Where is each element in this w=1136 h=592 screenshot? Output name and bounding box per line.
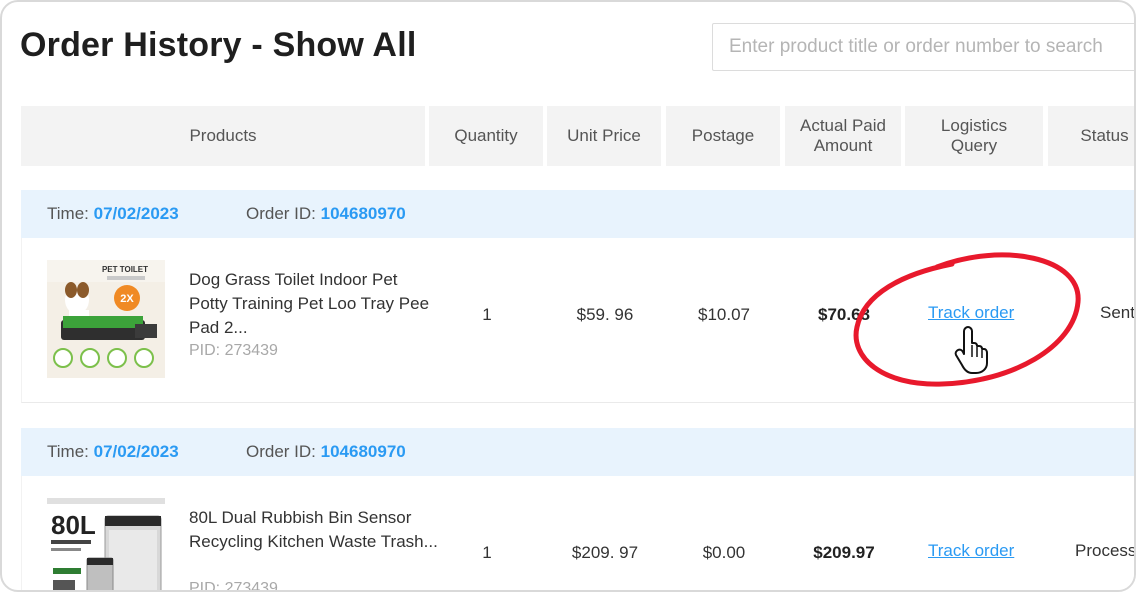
column-quantity-label: Quantity	[454, 126, 518, 145]
order-time-value: 07/02/2023	[93, 204, 179, 223]
track-order-link[interactable]: Track order	[928, 541, 1014, 561]
order-time-label: Time:	[47, 442, 89, 461]
column-quantity: Quantity	[429, 106, 543, 166]
product-image-rubbish-bin[interactable]: 80L	[47, 498, 165, 590]
column-logistics-label-line2: Query	[950, 136, 998, 155]
column-actual-paid: Actual Paid Amount	[785, 106, 901, 166]
order-row: 80L 80L Dual Rubbish Bin Sensor Recyclin…	[21, 476, 1136, 592]
column-products-label: Products	[189, 126, 257, 145]
page-title: Order History - Show All	[20, 26, 417, 64]
thumb-badge-text: 2X	[120, 293, 134, 305]
order-time-label: Time:	[47, 204, 89, 223]
column-actual-paid-label-line2: Amount	[813, 136, 873, 155]
order-id: Order ID: 104680970	[246, 204, 406, 224]
column-unit-price: Unit Price	[547, 106, 661, 166]
order-quantity: 1	[482, 543, 492, 562]
order-history-panel: Order History - Show All Products Quanti…	[0, 0, 1136, 592]
order-header: Time: 07/02/2023 Order ID: 104680970	[21, 428, 1134, 476]
column-products: Products	[21, 106, 425, 166]
order-unit-price: $209. 97	[571, 543, 639, 562]
order-row: PET TOILET 2X Dog Grass Toilet Indoor Pe…	[21, 238, 1135, 403]
order-id: Order ID: 104680970	[246, 442, 406, 462]
rubbish-bin-thumbnail: 80L	[47, 498, 165, 590]
orders-table-header: Products Quantity Unit Price Postage Act…	[21, 106, 1134, 166]
column-postage-label: Postage	[691, 126, 755, 145]
order-status: Sent	[1100, 303, 1135, 322]
column-postage: Postage	[666, 106, 780, 166]
order-id-value: 104680970	[320, 442, 406, 461]
thumb-banner-text: PET TOILET	[102, 265, 148, 274]
track-order-link[interactable]: Track order	[928, 303, 1014, 323]
order-id-label: Order ID:	[246, 442, 316, 461]
product-title[interactable]: 80L Dual Rubbish Bin Sensor Recycling Ki…	[189, 506, 439, 554]
pet-toilet-thumbnail: PET TOILET 2X	[47, 260, 165, 378]
product-pid: PID: 273439	[189, 342, 278, 359]
column-logistics-query: Logistics Query	[905, 106, 1043, 166]
order-id-label: Order ID:	[246, 204, 316, 223]
column-status: Status	[1048, 106, 1134, 166]
order-postage: $0.00	[702, 543, 746, 562]
order-unit-price: $59. 96	[576, 305, 634, 324]
order-time-value: 07/02/2023	[93, 442, 179, 461]
order-search-input[interactable]	[712, 23, 1134, 71]
product-image-pet-toilet[interactable]: PET TOILET 2X	[47, 260, 165, 378]
order-time: Time: 07/02/2023	[47, 442, 179, 462]
product-pid: PID: 273439	[189, 580, 278, 592]
order-quantity: 1	[482, 305, 492, 324]
thumb-bin-size-text: 80L	[51, 510, 96, 540]
product-title[interactable]: Dog Grass Toilet Indoor Pet Potty Traini…	[189, 268, 439, 340]
order-time: Time: 07/02/2023	[47, 204, 179, 224]
order-status: Processing	[1075, 541, 1136, 560]
order-postage: $10.07	[698, 305, 750, 324]
order-paid-amount: $209.97	[813, 543, 875, 562]
order-id-value: 104680970	[320, 204, 406, 223]
column-status-label: Status	[1080, 126, 1129, 145]
column-unit-price-label: Unit Price	[567, 126, 641, 145]
column-actual-paid-label-line1: Actual Paid	[800, 116, 886, 135]
order-paid-amount: $70.68	[818, 305, 870, 324]
order-header: Time: 07/02/2023 Order ID: 104680970	[21, 190, 1134, 238]
column-logistics-label-line1: Logistics	[940, 116, 1008, 135]
